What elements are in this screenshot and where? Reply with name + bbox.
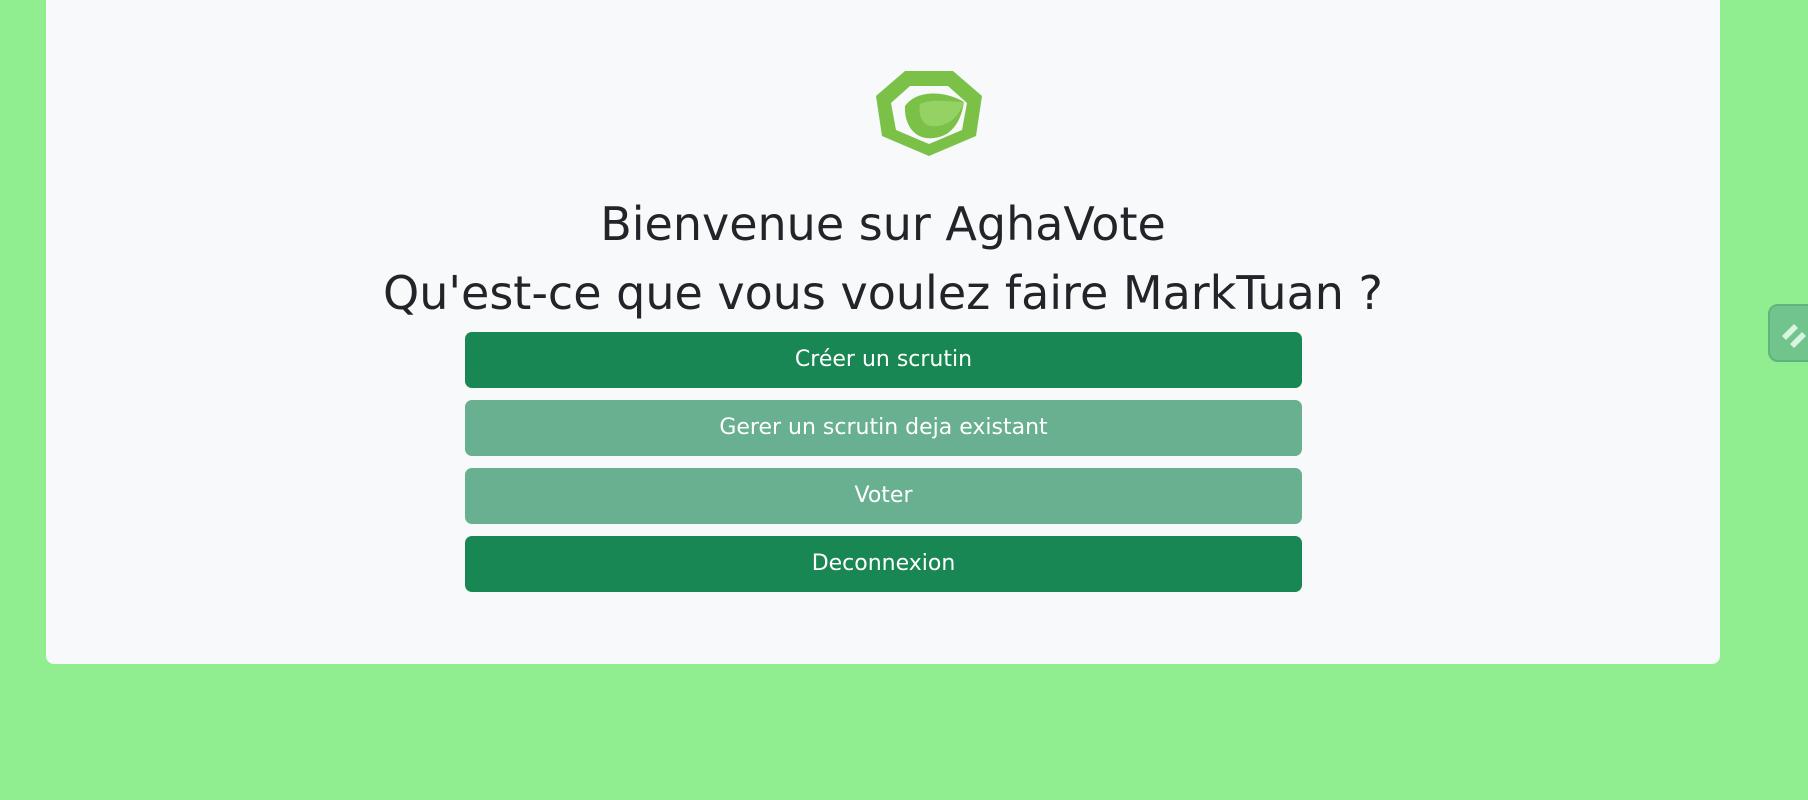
- manage-poll-button[interactable]: Gerer un scrutin deja existant: [465, 400, 1302, 456]
- logout-button[interactable]: Deconnexion: [465, 536, 1302, 592]
- vote-button[interactable]: Voter: [465, 468, 1302, 524]
- extension-handle-icon: [1782, 324, 1806, 348]
- extension-handle[interactable]: [1768, 304, 1808, 362]
- app-logo-icon: [872, 68, 986, 158]
- welcome-card: Bienvenue sur AghaVote Qu'est-ce que vou…: [46, 0, 1720, 664]
- create-poll-button[interactable]: Créer un scrutin: [465, 332, 1302, 388]
- action-button-group: Créer un scrutin Gerer un scrutin deja e…: [465, 332, 1302, 604]
- action-prompt-title: Qu'est-ce que vous voulez faire MarkTuan…: [383, 266, 1383, 320]
- welcome-title: Bienvenue sur AghaVote: [600, 197, 1166, 251]
